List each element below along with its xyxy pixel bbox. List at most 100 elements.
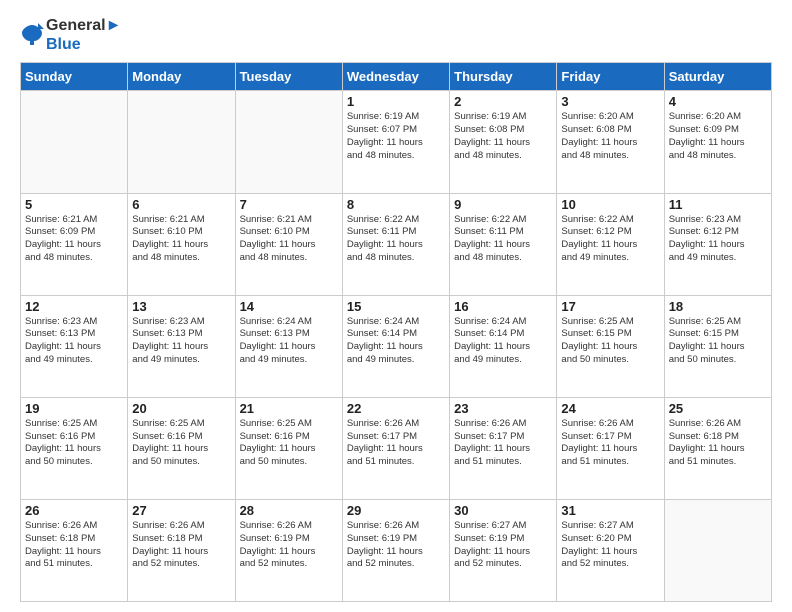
calendar-cell-w1-d2 [128,91,235,193]
day-info: Sunrise: 6:21 AM Sunset: 6:09 PM Dayligh… [25,214,123,265]
header-friday: Friday [557,63,664,91]
header-sunday: Sunday [21,63,128,91]
day-number: 26 [25,503,123,518]
day-number: 22 [347,401,445,416]
calendar-cell-w5-d5: 30 Sunrise: 6:27 AM Sunset: 6:19 PM Dayli… [450,499,557,601]
calendar-cell-w4-d3: 21Sunrise: 6:25 AM Sunset: 6:16 PM Dayli… [235,397,342,499]
day-number: 20 [132,401,230,416]
calendar-cell-w4-d6: 24 Sunrise: 6:26 AM Sunset: 6:17 PM Dayli… [557,397,664,499]
page-header: General► Blue [20,16,772,54]
calendar-cell-w5-d4: 29 Sunrise: 6:26 AM Sunset: 6:19 PM Dayli… [342,499,449,601]
calendar-cell-w1-d4: 1 Sunrise: 6:19 AM Sunset: 6:07 PM Daylig… [342,91,449,193]
day-info: Sunrise: 6:25 AM Sunset: 6:15 PM Dayligh… [561,316,659,367]
calendar-cell-w1-d6: 3Sunrise: 6:20 AM Sunset: 6:08 PM Daylig… [557,91,664,193]
day-info: Sunrise: 6:21 AM Sunset: 6:10 PM Dayligh… [240,214,338,265]
day-number: 11 [669,197,767,212]
day-number: 1 [347,94,445,109]
day-info: Sunrise: 6:22 AM Sunset: 6:11 PM Dayligh… [347,214,445,265]
day-info: Sunrise: 6:25 AM Sunset: 6:15 PM Dayligh… [669,316,767,367]
day-number: 31 [561,503,659,518]
day-info: Sunrise: 6:23 AM Sunset: 6:12 PM Dayligh… [669,214,767,265]
calendar-cell-w2-d6: 10 Sunrise: 6:22 AM Sunset: 6:12 PM Dayli… [557,193,664,295]
day-info: Sunrise: 6:26 AM Sunset: 6:17 PM Dayligh… [561,418,659,469]
day-info: Sunrise: 6:26 AM Sunset: 6:18 PM Dayligh… [25,520,123,571]
day-info: Sunrise: 6:27 AM Sunset: 6:20 PM Dayligh… [561,520,659,571]
calendar-cell-w3-d4: 15 Sunrise: 6:24 AM Sunset: 6:14 PM Dayli… [342,295,449,397]
day-number: 28 [240,503,338,518]
day-number: 17 [561,299,659,314]
day-info: Sunrise: 6:23 AM Sunset: 6:13 PM Dayligh… [132,316,230,367]
day-info: Sunrise: 6:22 AM Sunset: 6:12 PM Dayligh… [561,214,659,265]
day-number: 19 [25,401,123,416]
day-info: Sunrise: 6:22 AM Sunset: 6:11 PM Dayligh… [454,214,552,265]
calendar-header-row: Sunday Monday Tuesday Wednesday Thursday… [21,63,772,91]
calendar-week-5: 26 Sunrise: 6:26 AM Sunset: 6:18 PM Dayli… [21,499,772,601]
day-number: 29 [347,503,445,518]
day-number: 21 [240,401,338,416]
day-number: 5 [25,197,123,212]
calendar-cell-w2-d7: 11 Sunrise: 6:23 AM Sunset: 6:12 PM Dayli… [664,193,771,295]
day-number: 13 [132,299,230,314]
day-info: Sunrise: 6:24 AM Sunset: 6:14 PM Dayligh… [347,316,445,367]
day-info: Sunrise: 6:26 AM Sunset: 6:19 PM Dayligh… [347,520,445,571]
logo: General► Blue [20,16,121,54]
calendar-cell-w4-d2: 20 Sunrise: 6:25 AM Sunset: 6:16 PM Dayli… [128,397,235,499]
day-info: Sunrise: 6:20 AM Sunset: 6:09 PM Dayligh… [669,111,767,162]
day-number: 18 [669,299,767,314]
calendar-cell-w3-d7: 18 Sunrise: 6:25 AM Sunset: 6:15 PM Dayli… [664,295,771,397]
header-tuesday: Tuesday [235,63,342,91]
day-number: 27 [132,503,230,518]
calendar-cell-w5-d7 [664,499,771,601]
day-info: Sunrise: 6:26 AM Sunset: 6:17 PM Dayligh… [347,418,445,469]
day-number: 2 [454,94,552,109]
day-info: Sunrise: 6:26 AM Sunset: 6:18 PM Dayligh… [669,418,767,469]
logo-bird-icon [20,21,44,49]
day-number: 9 [454,197,552,212]
day-info: Sunrise: 6:26 AM Sunset: 6:19 PM Dayligh… [240,520,338,571]
day-number: 30 [454,503,552,518]
day-number: 10 [561,197,659,212]
day-info: Sunrise: 6:27 AM Sunset: 6:19 PM Dayligh… [454,520,552,571]
day-number: 6 [132,197,230,212]
day-number: 8 [347,197,445,212]
day-number: 14 [240,299,338,314]
calendar-cell-w1-d7: 4 Sunrise: 6:20 AM Sunset: 6:09 PM Daylig… [664,91,771,193]
calendar-cell-w1-d3 [235,91,342,193]
day-number: 25 [669,401,767,416]
header-thursday: Thursday [450,63,557,91]
day-info: Sunrise: 6:26 AM Sunset: 6:18 PM Dayligh… [132,520,230,571]
calendar-cell-w5-d3: 28 Sunrise: 6:26 AM Sunset: 6:19 PM Dayli… [235,499,342,601]
day-info: Sunrise: 6:19 AM Sunset: 6:07 PM Dayligh… [347,111,445,162]
calendar-cell-w1-d5: 2 Sunrise: 6:19 AM Sunset: 6:08 PM Daylig… [450,91,557,193]
calendar-cell-w2-d4: 8 Sunrise: 6:22 AM Sunset: 6:11 PM Daylig… [342,193,449,295]
calendar-table: Sunday Monday Tuesday Wednesday Thursday… [20,62,772,602]
calendar-cell-w2-d5: 9 Sunrise: 6:22 AM Sunset: 6:11 PM Daylig… [450,193,557,295]
calendar-cell-w3-d2: 13 Sunrise: 6:23 AM Sunset: 6:13 PM Dayli… [128,295,235,397]
day-number: 12 [25,299,123,314]
day-info: Sunrise: 6:19 AM Sunset: 6:08 PM Dayligh… [454,111,552,162]
day-number: 4 [669,94,767,109]
calendar-cell-w4-d7: 25 Sunrise: 6:26 AM Sunset: 6:18 PM Dayli… [664,397,771,499]
day-number: 7 [240,197,338,212]
calendar-cell-w4-d5: 23Sunrise: 6:26 AM Sunset: 6:17 PM Dayli… [450,397,557,499]
calendar-week-1: 1 Sunrise: 6:19 AM Sunset: 6:07 PM Daylig… [21,91,772,193]
calendar-cell-w3-d6: 17 Sunrise: 6:25 AM Sunset: 6:15 PM Dayli… [557,295,664,397]
day-number: 24 [561,401,659,416]
calendar-cell-w3-d5: 16Sunrise: 6:24 AM Sunset: 6:14 PM Dayli… [450,295,557,397]
calendar-cell-w4-d1: 19Sunrise: 6:25 AM Sunset: 6:16 PM Dayli… [21,397,128,499]
day-info: Sunrise: 6:21 AM Sunset: 6:10 PM Dayligh… [132,214,230,265]
day-number: 15 [347,299,445,314]
header-monday: Monday [128,63,235,91]
header-saturday: Saturday [664,63,771,91]
header-wednesday: Wednesday [342,63,449,91]
calendar-cell-w5-d6: 31 Sunrise: 6:27 AM Sunset: 6:20 PM Dayli… [557,499,664,601]
day-info: Sunrise: 6:24 AM Sunset: 6:13 PM Dayligh… [240,316,338,367]
day-info: Sunrise: 6:23 AM Sunset: 6:13 PM Dayligh… [25,316,123,367]
day-info: Sunrise: 6:24 AM Sunset: 6:14 PM Dayligh… [454,316,552,367]
calendar-week-4: 19 Sunrise: 6:25 AM Sunset: 6:16 PM Dayli… [21,397,772,499]
calendar-cell-w4-d4: 22 Sunrise: 6:26 AM Sunset: 6:17 PM Dayli… [342,397,449,499]
day-number: 23 [454,401,552,416]
calendar-cell-w5-d1: 26 Sunrise: 6:26 AM Sunset: 6:18 PM Dayli… [21,499,128,601]
day-info: Sunrise: 6:25 AM Sunset: 6:16 PM Dayligh… [132,418,230,469]
day-number: 3 [561,94,659,109]
